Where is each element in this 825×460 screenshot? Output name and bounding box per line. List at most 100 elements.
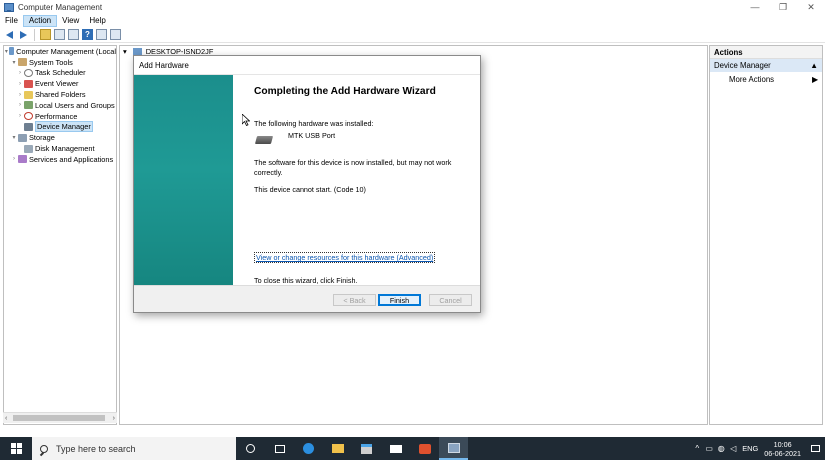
collapse-icon[interactable]: ▾ — [10, 59, 18, 66]
menu-view[interactable]: View — [57, 15, 84, 27]
more-actions-label: More Actions — [729, 74, 775, 84]
tree-item-label: Shared Folders — [35, 90, 86, 100]
edge-icon — [303, 443, 314, 454]
menu-help[interactable]: Help — [84, 15, 110, 27]
start-button[interactable] — [0, 437, 32, 460]
help-icon[interactable]: ? — [82, 29, 93, 40]
close-button[interactable]: ✕ — [797, 0, 825, 14]
cortana-button[interactable] — [236, 437, 265, 460]
device-manager-icon — [24, 122, 33, 131]
chevron-up-icon[interactable]: ^ — [691, 437, 703, 460]
minimize-button[interactable]: — — [741, 0, 769, 14]
maximize-button[interactable]: ❐ — [769, 0, 797, 14]
software-status-line2: correctly. — [254, 167, 283, 177]
taskbar-search-box[interactable]: Type here to search — [32, 437, 236, 460]
monitor-icon[interactable] — [110, 29, 121, 40]
toolbar: ? — [0, 27, 825, 43]
expand-icon[interactable]: › — [16, 113, 24, 119]
tree-item-shared-folders[interactable]: › Shared Folders — [4, 89, 116, 100]
finish-button[interactable]: Finish — [378, 294, 421, 306]
tree-item-disk-management[interactable]: Disk Management — [4, 143, 116, 154]
volume-icon[interactable]: ◁ — [727, 437, 739, 460]
tree-item-label: Device Manager — [35, 121, 93, 133]
expand-icon[interactable]: › — [16, 81, 24, 87]
actions-group-device-manager[interactable]: Device Manager ▲ — [710, 59, 822, 72]
more-actions-item[interactable]: More Actions ▶ — [710, 72, 822, 86]
usb-device-icon — [254, 136, 274, 144]
show-hide-tree-icon[interactable] — [54, 29, 65, 40]
input-language[interactable]: ENG — [742, 444, 758, 453]
office-taskbar-button[interactable] — [410, 437, 439, 460]
tree-item-label: Local Users and Groups — [35, 100, 115, 110]
tree-item-device-manager[interactable]: Device Manager — [4, 121, 116, 133]
scroll-thumb[interactable] — [13, 415, 105, 421]
computer-icon — [132, 48, 142, 55]
actions-title: Actions — [710, 46, 822, 59]
computer-management-taskbar-button[interactable] — [439, 437, 468, 460]
title-bar: Computer Management — ❐ ✕ — [0, 0, 825, 14]
expand-icon[interactable]: › — [10, 156, 18, 162]
up-folder-icon[interactable] — [40, 29, 51, 40]
expand-icon[interactable]: › — [16, 102, 24, 108]
back-arrow-icon[interactable] — [4, 29, 15, 40]
computer-management-icon — [4, 2, 14, 12]
computer-icon — [8, 47, 15, 56]
scroll-left-icon[interactable]: ‹ — [5, 415, 7, 422]
file-explorer-taskbar-button[interactable] — [323, 437, 352, 460]
back-button[interactable]: < Back — [333, 294, 376, 306]
menu-action[interactable]: Action — [22, 14, 58, 27]
actions-group-label: Device Manager — [714, 61, 771, 70]
tree-item-label: Computer Management (Local — [16, 46, 116, 56]
edge-taskbar-button[interactable] — [294, 437, 323, 460]
scroll-right-icon[interactable]: › — [113, 415, 115, 422]
collapse-up-icon[interactable]: ▲ — [810, 61, 818, 70]
task-view-button[interactable] — [265, 437, 294, 460]
globe-icon[interactable]: ◍ — [715, 437, 727, 460]
tree-item-root[interactable]: ▾ Computer Management (Local — [4, 46, 116, 57]
tree-item-label: Storage — [29, 133, 55, 143]
window-title: Computer Management — [18, 2, 103, 12]
tree-item-system-tools[interactable]: ▾ System Tools — [4, 57, 116, 68]
tree-item-services[interactable]: › Services and Applications — [4, 154, 116, 165]
clock[interactable]: 10:06 06-06-2021 — [764, 440, 801, 458]
expand-icon[interactable]: › — [16, 92, 24, 98]
tree-item-storage[interactable]: ▾ Storage — [4, 132, 116, 143]
clock-time: 10:06 — [773, 439, 792, 449]
installed-label: The following hardware was installed: — [254, 119, 374, 128]
collapse-icon[interactable]: ▾ — [10, 134, 18, 141]
toolbar-divider — [34, 28, 35, 41]
cancel-button[interactable]: Cancel — [429, 294, 472, 306]
users-icon — [24, 101, 33, 110]
computer-management-icon — [447, 442, 460, 453]
clock-icon — [24, 68, 33, 77]
system-tray: ^ ▭ ◍ ◁ ENG 10:06 06-06-2021 — [691, 437, 825, 460]
window-controls: — ❐ ✕ — [741, 0, 825, 14]
tree-item-local-users[interactable]: › Local Users and Groups — [4, 100, 116, 111]
device-name: MTK USB Port — [288, 131, 336, 140]
wizard-heading: Completing the Add Hardware Wizard — [254, 86, 436, 97]
tree-item-performance[interactable]: › Performance — [4, 111, 116, 122]
tree-item-event-viewer[interactable]: › Event Viewer — [4, 78, 116, 89]
forward-arrow-icon[interactable] — [18, 29, 29, 40]
mail-taskbar-button[interactable] — [381, 437, 410, 460]
folder-icon — [24, 90, 33, 99]
store-taskbar-button[interactable] — [352, 437, 381, 460]
mail-icon — [389, 444, 402, 453]
menu-file[interactable]: File — [0, 15, 23, 27]
actions-pane: Actions Device Manager ▲ More Actions ▶ — [709, 45, 823, 425]
console-icon[interactable] — [96, 29, 107, 40]
notification-icon — [810, 445, 820, 452]
tools-icon — [18, 58, 27, 67]
task-view-icon — [274, 444, 285, 453]
advanced-resources-link[interactable]: View or change resources for this hardwa… — [254, 252, 436, 263]
expand-icon[interactable]: › — [16, 70, 24, 76]
tree-horizontal-scrollbar[interactable]: ‹ › — [3, 412, 117, 423]
cortana-icon — [246, 444, 255, 453]
tree-item-label: Event Viewer — [35, 79, 79, 89]
collapse-icon[interactable]: ▾ — [123, 47, 127, 56]
network-icon[interactable]: ▭ — [703, 437, 715, 460]
store-icon — [361, 443, 372, 454]
tree-item-task-scheduler[interactable]: › Task Scheduler — [4, 68, 116, 79]
properties-icon[interactable] — [68, 29, 79, 40]
action-center-button[interactable] — [805, 437, 825, 460]
